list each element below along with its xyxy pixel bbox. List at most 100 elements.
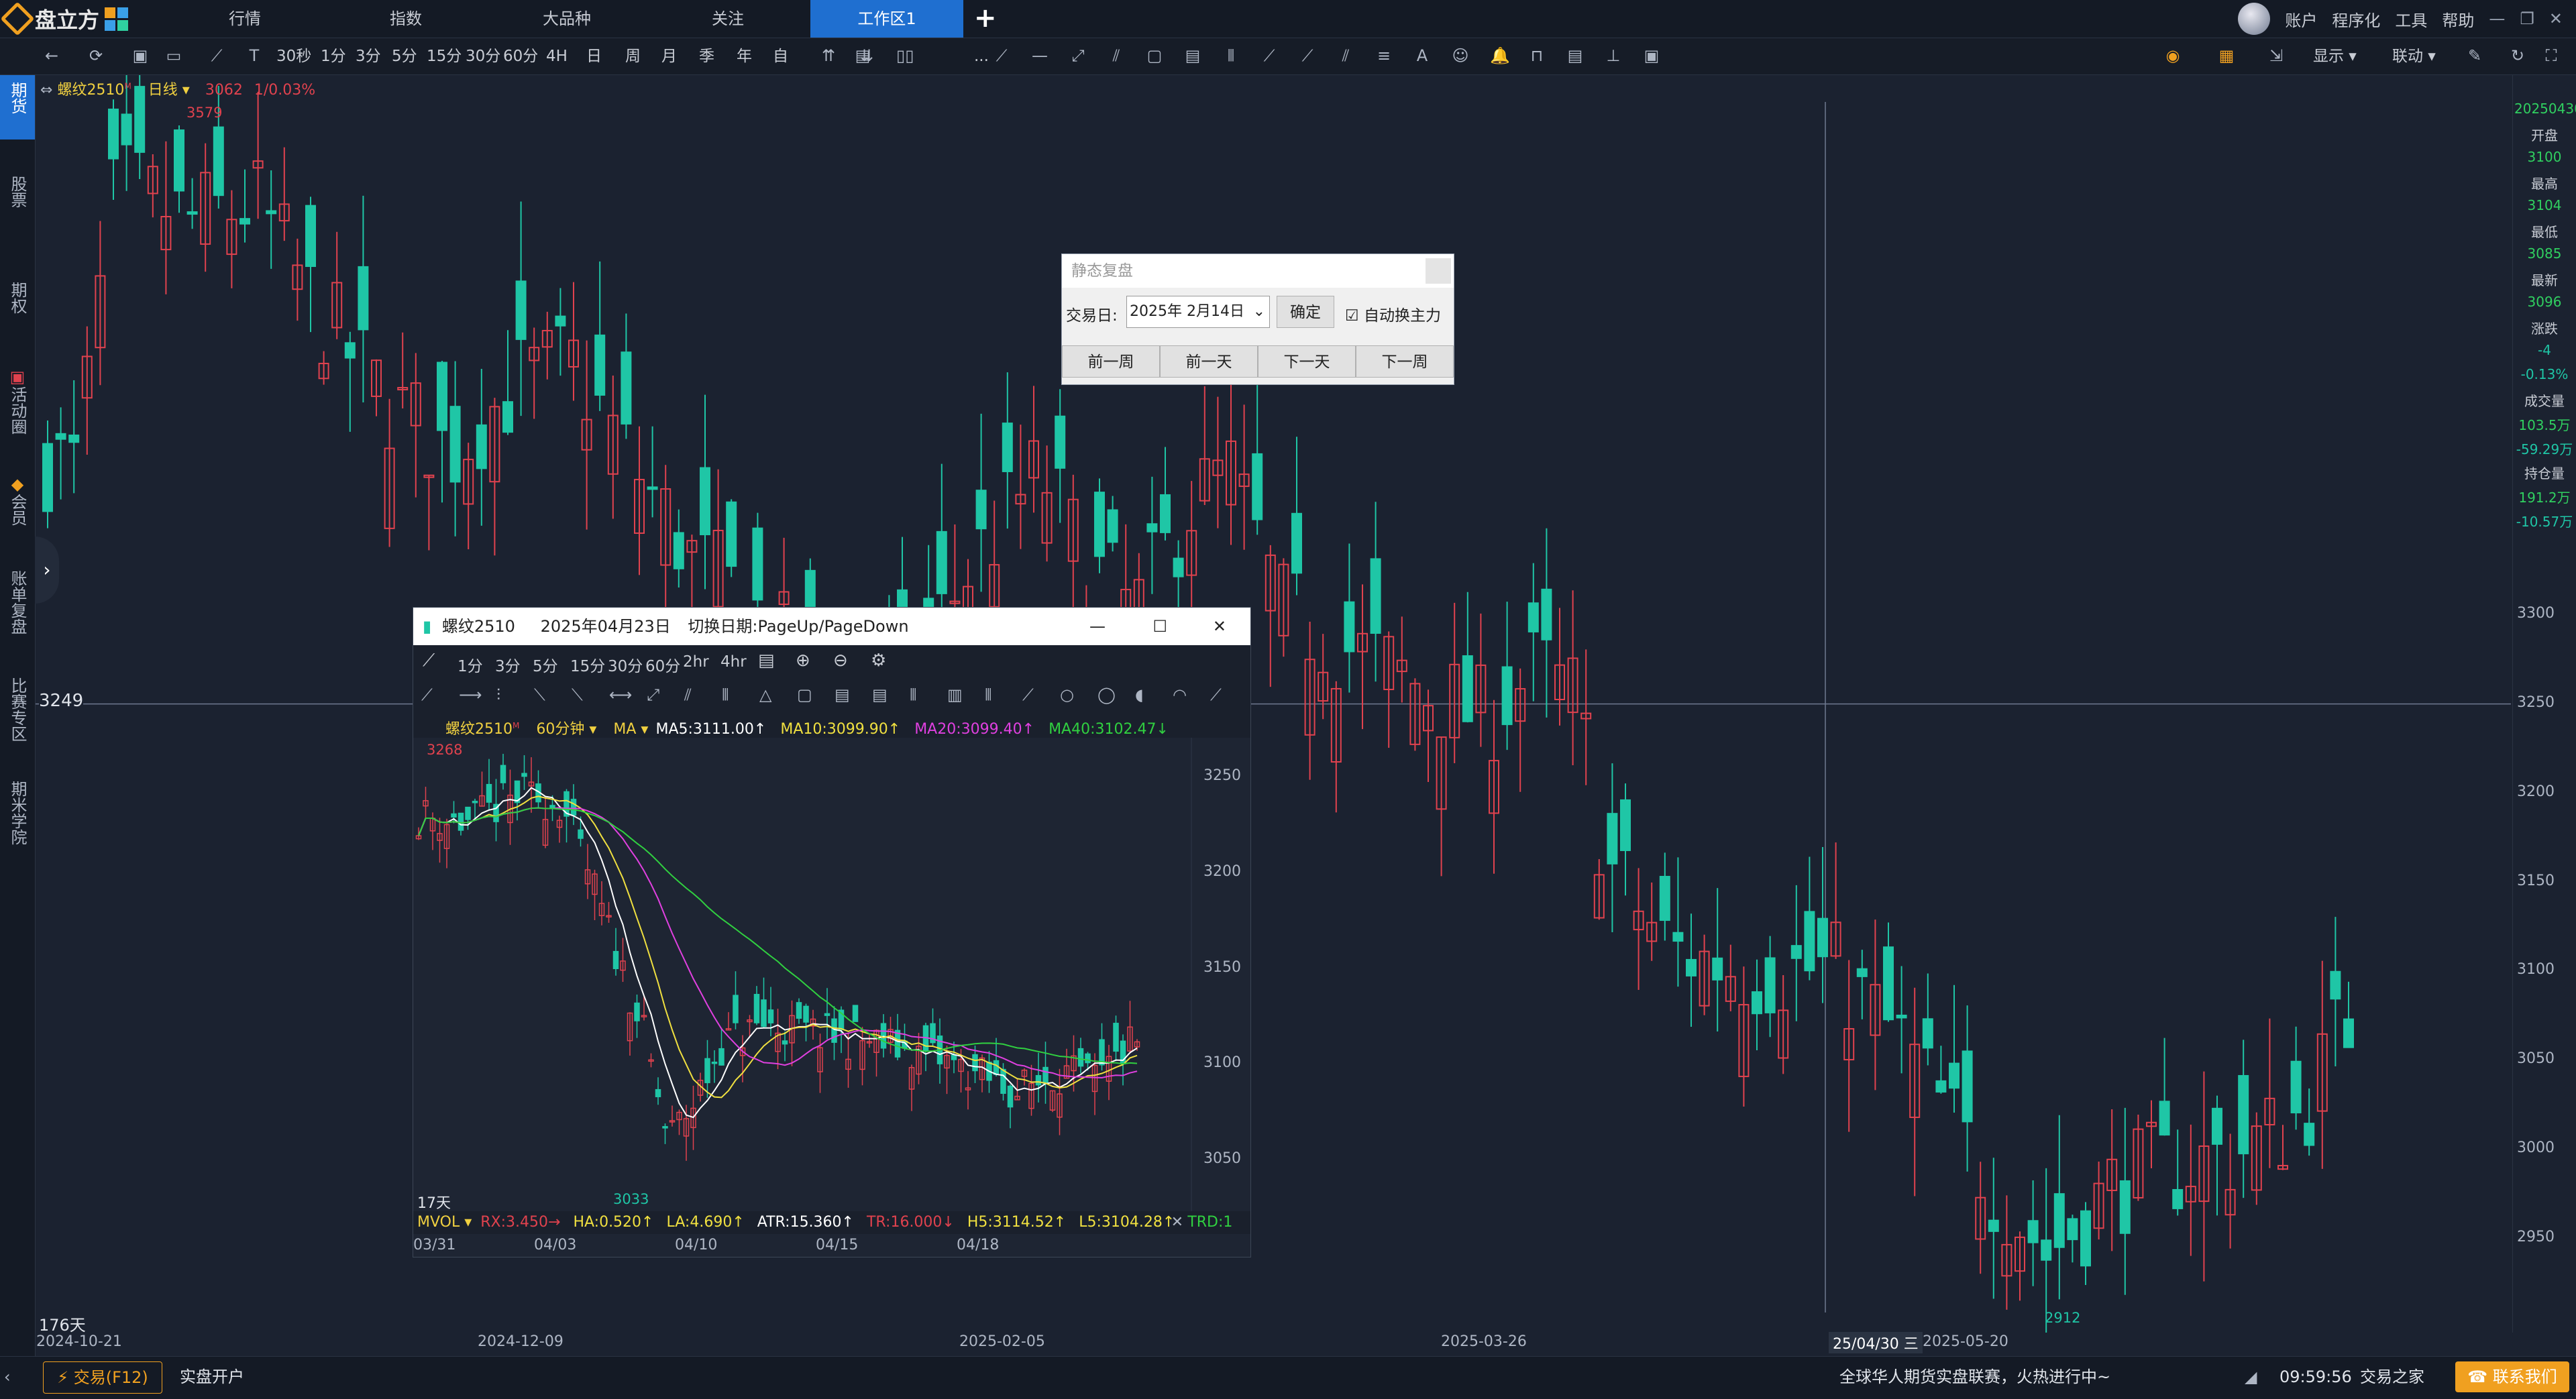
prev-day-button[interactable]: 前一天 <box>1160 345 1258 378</box>
mini-draw-tool-icon[interactable]: ▥ <box>947 685 963 704</box>
back-icon[interactable]: ← <box>43 47 60 64</box>
sidebar-item-bill[interactable]: 账单复盘 <box>0 570 35 657</box>
display-dropdown[interactable]: 显示 ▾ <box>2313 38 2357 74</box>
sidebar-item-futures[interactable]: 期货 <box>0 75 35 139</box>
chart-symbol[interactable]: 螺纹2510 <box>57 82 124 99</box>
auto-switch-checkbox[interactable]: ☑ 自动换主力 <box>1345 302 1441 325</box>
period-30m[interactable]: 30分 <box>466 38 500 74</box>
contact-button[interactable]: ☎ 联系我们 <box>2455 1361 2569 1392</box>
draw-tool-icon[interactable]: ▤ <box>1184 47 1201 64</box>
mini-period-1m[interactable]: 1分 <box>458 653 483 676</box>
mini-draw-tool-icon[interactable]: ⫽ <box>684 685 692 704</box>
menu-account[interactable]: 账户 <box>2285 7 2317 31</box>
more-tools[interactable]: ... <box>974 38 989 74</box>
mini-draw-tool-icon[interactable]: ⦀ <box>985 685 992 704</box>
mini-candlestick-chart[interactable] <box>413 738 1250 1211</box>
mvol-close-icon[interactable]: ✕ <box>1171 1211 1183 1234</box>
app-logo[interactable]: 盘立方 <box>0 1 129 36</box>
draw-tool-icon[interactable]: ▢ <box>1146 47 1163 64</box>
status-collapse-icon[interactable]: ‹ <box>4 1361 11 1392</box>
mini-draw-tool-icon[interactable]: ○ <box>1060 685 1074 704</box>
period-5m[interactable]: 5分 <box>392 38 417 74</box>
mini-draw-tool-icon[interactable]: ◖ <box>1135 685 1144 704</box>
mini-symbol[interactable]: 螺纹2510 <box>445 721 513 738</box>
sidebar-item-options[interactable]: 期权 <box>0 282 35 335</box>
mini-period-3m[interactable]: 3分 <box>495 653 521 676</box>
mini-close-icon[interactable]: ✕ <box>1213 608 1226 645</box>
restore-icon[interactable]: ❐ <box>2520 9 2534 28</box>
draw-tool-icon[interactable]: ⇈ <box>820 47 837 64</box>
period-week[interactable]: 周 <box>625 38 641 74</box>
next-day-button[interactable]: 下一天 <box>1258 345 1356 378</box>
draw-tool-icon[interactable]: ≡ <box>1375 47 1393 64</box>
draw-tool-icon[interactable]: — <box>1031 47 1049 64</box>
menu-program[interactable]: 程序化 <box>2332 7 2380 31</box>
mini-period-15m[interactable]: 15分 <box>570 653 605 676</box>
marquee-text[interactable]: 全球华人期货实盘联赛，火热进行中~ <box>1839 1361 2110 1392</box>
tab-index[interactable]: 指数 <box>362 0 449 38</box>
pen-icon[interactable]: ✎ <box>2466 47 2483 64</box>
draw-tool-icon[interactable]: ▯▯ <box>896 47 914 64</box>
refresh-icon[interactable]: ⟳ <box>87 47 105 64</box>
zoom-out-icon[interactable]: ⊖ <box>833 651 848 671</box>
mini-period-30m[interactable]: 30分 <box>608 653 643 676</box>
mini-draw-tool-icon[interactable]: ⦀ <box>722 685 729 704</box>
tab-market[interactable]: 行情 <box>201 0 288 38</box>
draw-tool-icon[interactable]: ☺ <box>1452 47 1469 64</box>
folder-icon[interactable]: ▭ <box>165 47 182 64</box>
draw-tool-icon[interactable]: ⫽ <box>1108 47 1125 64</box>
tab-major[interactable]: 大品种 <box>523 0 610 38</box>
mini-draw-tool-icon[interactable]: ⟋ <box>421 685 433 704</box>
link-dropdown[interactable]: 联动 ▾ <box>2392 38 2436 74</box>
sidebar-item-stocks[interactable]: 股票 <box>0 176 35 229</box>
mini-period-60m[interactable]: 60分 <box>645 653 680 676</box>
sidebar-item-activity[interactable]: ▣ 活动圈 <box>0 368 35 441</box>
draw-tool-icon[interactable]: ⟋ <box>1260 47 1278 64</box>
fullscreen-icon[interactable]: ⛶ <box>2542 47 2560 64</box>
mini-draw-tool-icon[interactable]: ⤢ <box>647 685 659 704</box>
mini-draw-tool-icon[interactable]: ◠ <box>1173 685 1187 704</box>
mini-draw-tool-icon[interactable]: ⟍ <box>534 685 545 704</box>
draw-tool-icon[interactable]: ⤢ <box>1069 47 1087 64</box>
add-tab-icon[interactable]: + <box>974 3 997 34</box>
sidebar-item-contest[interactable]: 比赛专区 <box>0 677 35 765</box>
camera-icon[interactable]: ◉ <box>2164 47 2182 64</box>
menu-tools[interactable]: 工具 <box>2395 7 2427 31</box>
chart-period[interactable]: 日线 <box>148 82 178 99</box>
period-month[interactable]: 月 <box>661 38 677 74</box>
draw-tool-icon[interactable]: ⊓ <box>1528 47 1546 64</box>
draw-tool-icon[interactable]: ⊥ <box>1605 47 1622 64</box>
mini-draw-tool-icon[interactable]: △ <box>759 685 771 704</box>
draw-tool-icon[interactable]: ⟋ <box>993 47 1010 64</box>
draw-tool-icon[interactable]: ▣ <box>1643 47 1660 64</box>
period-season[interactable]: 季 <box>699 38 714 74</box>
period-15m[interactable]: 15分 <box>427 38 462 74</box>
mini-minimize-icon[interactable]: — <box>1089 608 1106 645</box>
zoom-in-icon[interactable]: ⊕ <box>796 651 810 671</box>
minimize-icon[interactable]: — <box>2489 9 2505 28</box>
period-3m[interactable]: 3分 <box>356 38 381 74</box>
sidebar-item-member[interactable]: ◆ 会员 <box>0 475 35 542</box>
period-1m[interactable]: 1分 <box>321 38 346 74</box>
draw-tool-icon[interactable]: ▤ <box>1566 47 1584 64</box>
mini-draw-tool-icon[interactable]: ⟷ <box>609 685 632 704</box>
mini-draw-tool-icon[interactable]: ⫶ <box>496 685 500 704</box>
mini-draw-tool-icon[interactable]: ⦀ <box>910 685 917 704</box>
prev-week-button[interactable]: 前一周 <box>1062 345 1160 378</box>
text-icon[interactable]: T <box>246 47 263 64</box>
mini-period-4hr[interactable]: 4hr <box>720 653 747 671</box>
confirm-button[interactable]: 确定 <box>1277 296 1334 328</box>
draw-tool-icon[interactable]: 🔔 <box>1490 47 1510 64</box>
calendar-icon[interactable]: ▦ <box>2218 47 2235 64</box>
period-day[interactable]: 日 <box>586 38 602 74</box>
mini-grid-icon[interactable]: ▤ <box>758 651 775 671</box>
mini-period[interactable]: 60分钟 <box>536 721 584 738</box>
mini-draw-tool-icon[interactable]: ⟶ <box>459 685 482 704</box>
close-icon[interactable]: ✕ <box>2549 9 2563 28</box>
mini-draw-tool-icon[interactable]: ⟍ <box>572 685 583 704</box>
mini-draw-tool-icon[interactable]: ▤ <box>835 685 850 704</box>
draw-tool-icon[interactable]: ⦀ <box>1222 47 1240 64</box>
mvol-label[interactable]: MVOL <box>417 1214 460 1231</box>
mini-draw-tool-icon[interactable]: ◯ <box>1097 685 1116 704</box>
reload-icon[interactable]: ↻ <box>2509 47 2526 64</box>
